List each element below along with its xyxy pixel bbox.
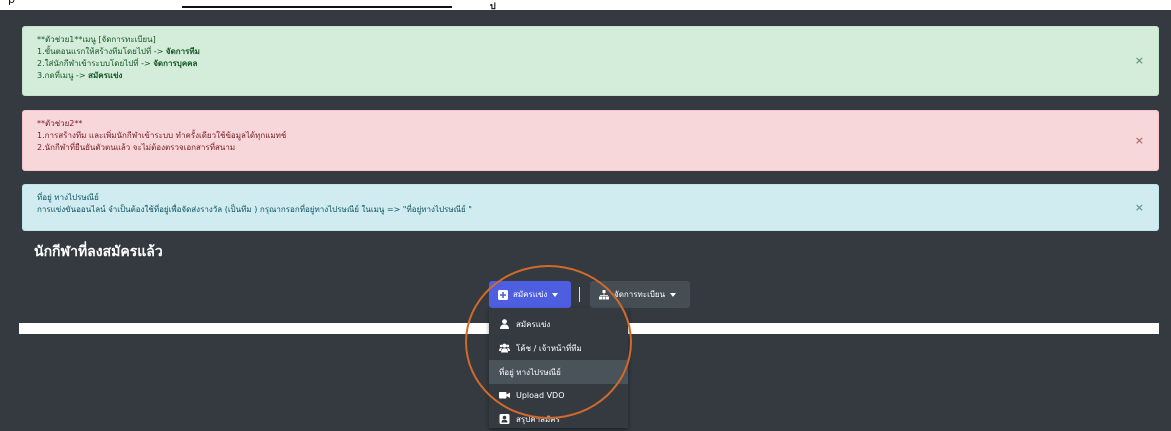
menu-item-label: Upload VDO <box>516 390 565 400</box>
helper-alert-1: **ตัวช่วย1**เมนู [จัดการทะเบียน] 1.ขั้นต… <box>22 26 1159 96</box>
alert-line: 1.ขั้นตอนแรกให้สร้างทีมโดยไปที่ -> จัดกา… <box>37 47 200 56</box>
register-dropdown-menu: สมัครแข่ง โค้ช / เจ้าหน้าที่ทีม ที่อยู่ … <box>489 308 628 428</box>
menu-item-register[interactable]: สมัครแข่ง <box>489 312 628 336</box>
menu-item-coach-staff[interactable]: โค้ช / เจ้าหน้าที่ทีม <box>489 336 628 360</box>
menu-item-fee-summary[interactable]: สรุปค่าสมัคร <box>489 407 628 431</box>
top-strip-mark: ป <box>490 2 496 10</box>
register-dropdown-button[interactable]: สมัครแข่ง <box>489 281 571 308</box>
page-title: นักกีฬาที่ลงสมัครแล้ว <box>34 244 163 260</box>
menu-item-label: ที่อยู่ ทางไปรษณีย์ <box>499 367 561 377</box>
top-strip: p ป <box>0 0 1171 10</box>
registry-dropdown-button[interactable]: จัดการทะเบียน <box>590 281 690 308</box>
close-button[interactable]: × <box>1135 201 1144 214</box>
chevron-down-icon <box>670 292 677 297</box>
divider <box>579 287 580 302</box>
menu-item-label: โค้ช / เจ้าหน้าที่ทีม <box>516 343 582 353</box>
alert-line: การแข่งขันออนไลน์ จำเป็นต้องใช้ที่อยู่เพ… <box>37 205 472 214</box>
alert-line: ที่อยู่ ทางไปรษณีย์ <box>37 193 99 202</box>
close-button[interactable]: × <box>1135 55 1144 67</box>
user-icon <box>500 319 509 329</box>
alert-line: 2.นักกีฬาที่ยืนยันตัวตนแล้ว จะไม่ต้องตรว… <box>37 143 236 152</box>
menu-item-label: สรุปค่าสมัคร <box>516 414 560 424</box>
plus-square-icon <box>498 289 508 300</box>
alert-line: **ตัวช่วย1**เมนู [จัดการทะเบียน] <box>37 35 156 44</box>
close-button[interactable]: × <box>1135 134 1144 147</box>
address-alert: ที่อยู่ ทางไปรษณีย์ การแข่งขันออนไลน์ จำ… <box>22 184 1159 231</box>
menu-item-label: สมัครแข่ง <box>516 319 551 329</box>
chevron-down-icon <box>552 292 559 297</box>
registry-label: จัดการทะเบียน <box>614 290 666 299</box>
top-strip-text: p <box>8 0 15 6</box>
sitemap-icon <box>599 289 609 299</box>
users-icon <box>499 343 510 353</box>
helper-alert-2: **ตัวช่วย2** 1.การสร้างทีม และเพิ่มนักกี… <box>22 110 1159 171</box>
alert-line: 3.กดที่เมนู -> สมัครแข่ง <box>37 71 123 80</box>
alert-line: **ตัวช่วย2** <box>37 119 83 128</box>
video-icon <box>499 392 510 399</box>
underline <box>182 6 452 8</box>
user-summary-icon <box>499 414 510 424</box>
menu-item-postal-address[interactable]: ที่อยู่ ทางไปรษณีย์ <box>489 360 628 384</box>
menu-item-upload-vdo[interactable]: Upload VDO <box>489 383 628 407</box>
register-label: สมัครแข่ง <box>513 290 548 299</box>
alert-line: 2.ใส่นักกีฬาเข้าระบบโดยไปที่ -> จัดการบุ… <box>37 59 198 68</box>
alert-line: 1.การสร้างทีม และเพิ่มนักกีฬาเข้าระบบ ทำ… <box>37 131 287 140</box>
